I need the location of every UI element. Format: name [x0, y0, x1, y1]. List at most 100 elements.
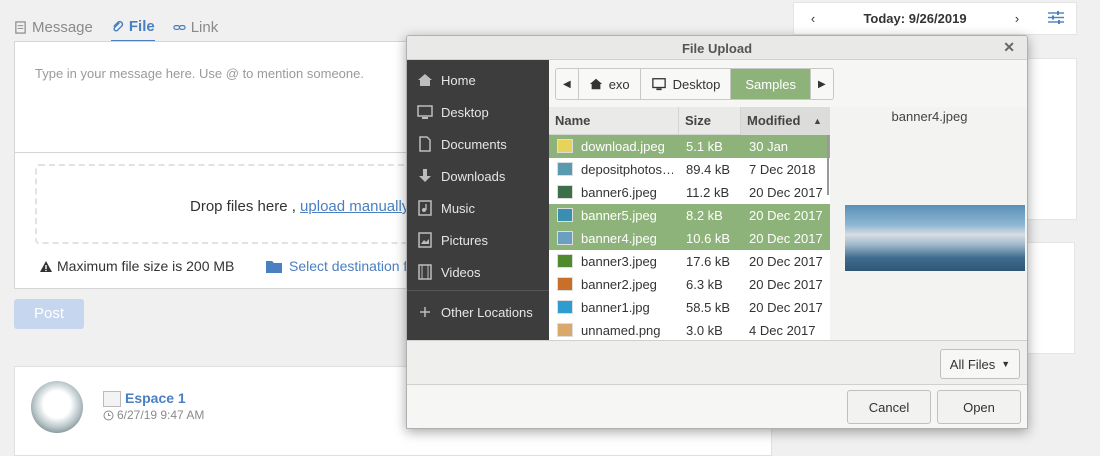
next-day-button[interactable]: › — [998, 11, 1036, 26]
path-back-button[interactable]: ◀ — [556, 69, 579, 99]
today-label[interactable]: Today: 9/26/2019 — [832, 11, 998, 26]
file-row[interactable]: banner6.jpeg 11.2 kB 20 Dec 2017 — [549, 181, 830, 204]
sidebar-item-videos[interactable]: Videos — [407, 258, 549, 286]
desktop-icon — [417, 105, 433, 119]
file-row[interactable]: banner1.jpg 58.5 kB 20 Dec 2017 — [549, 296, 830, 319]
crumb-samples[interactable]: Samples — [731, 69, 811, 99]
column-header-modified[interactable]: Modified ▲ — [741, 107, 830, 135]
dialog-title: File Upload — [681, 41, 753, 56]
documents-icon — [419, 136, 431, 152]
filter-bar: All Files ▼ — [407, 340, 1027, 384]
sidebar-item-label: Documents — [441, 136, 507, 152]
file-thumbnail-icon — [557, 162, 573, 176]
dialog-titlebar[interactable]: File Upload ✕ — [407, 36, 1027, 60]
crumb-exo[interactable]: exo — [579, 69, 641, 99]
warning-icon — [40, 260, 52, 272]
timestamp-label: 6/27/19 9:47 AM — [117, 408, 205, 422]
settings-sliders-icon — [1048, 10, 1064, 24]
crumb-label: exo — [608, 76, 630, 92]
select-destination-label: Select destination f — [289, 258, 408, 274]
open-button[interactable]: Open — [937, 390, 1021, 424]
file-row[interactable]: banner3.jpeg 17.6 kB 20 Dec 2017 — [549, 250, 830, 273]
drop-files-label: Drop files here , — [190, 198, 301, 215]
clock-icon — [103, 410, 114, 420]
file-name: banner2.jpeg — [581, 277, 657, 292]
select-destination[interactable]: Select destination f — [265, 258, 407, 274]
tab-message[interactable]: Message — [14, 12, 93, 42]
dropzone[interactable]: Drop files here , upload manually o — [35, 164, 435, 244]
sidebar-item-home[interactable]: Home — [407, 66, 549, 94]
space-name-link[interactable]: Espace 1 — [125, 390, 186, 406]
message-input[interactable]: Type in your message here. Use @ to ment… — [35, 66, 364, 81]
divider — [15, 152, 423, 153]
composer-tabs: Message File Link — [14, 12, 218, 42]
file-name: banner4.jpeg — [581, 231, 657, 246]
file-size: 17.6 kB — [686, 254, 731, 269]
chevron-down-icon: ▼ — [1001, 359, 1011, 369]
file-thumbnail-icon — [557, 185, 573, 199]
sidebar-item-pictures[interactable]: Pictures — [407, 226, 549, 254]
file-row[interactable]: banner2.jpeg 6.3 kB 20 Dec 2017 — [549, 273, 830, 296]
avatar[interactable] — [31, 381, 83, 433]
activity-timestamp: 6/27/19 9:47 AM — [103, 408, 204, 422]
places-sidebar: Home Desktop Documents Downloads Music P… — [407, 60, 549, 340]
downloads-icon — [419, 169, 431, 182]
file-row[interactable]: banner4.jpeg 10.6 kB 20 Dec 2017 — [549, 227, 830, 250]
file-name: banner3.jpeg — [581, 254, 657, 269]
file-size: 11.2 kB — [686, 185, 730, 200]
file-name: unnamed.png — [581, 323, 661, 338]
file-name: banner5.jpeg — [581, 208, 657, 223]
crumb-desktop[interactable]: Desktop — [641, 69, 732, 99]
file-name: depositphotos… — [581, 162, 673, 177]
prev-day-button[interactable]: ‹ — [794, 11, 832, 26]
message-icon — [15, 20, 26, 34]
sidebar-item-documents[interactable]: Documents — [407, 130, 549, 158]
file-row[interactable]: banner5.jpeg 8.2 kB 20 Dec 2017 — [549, 204, 830, 227]
sidebar-item-label: Home — [441, 72, 476, 88]
tab-file[interactable]: File — [110, 12, 155, 42]
sidebar-item-label: Other Locations — [441, 304, 533, 320]
link-icon — [173, 24, 186, 30]
scrollbar[interactable] — [827, 135, 829, 195]
videos-icon — [418, 264, 432, 280]
sidebar-item-downloads[interactable]: Downloads — [407, 162, 549, 190]
sidebar-item-other-locations[interactable]: Other Locations — [407, 298, 549, 326]
preview-image — [845, 205, 1025, 271]
file-thumbnail-icon — [557, 323, 573, 337]
filter-label: All Files — [949, 356, 996, 372]
sidebar-item-music[interactable]: Music — [407, 194, 549, 222]
file-modified: 20 Dec 2017 — [749, 300, 823, 315]
file-row[interactable]: unnamed.png 3.0 kB 4 Dec 2017 — [549, 319, 830, 340]
cancel-button[interactable]: Cancel — [847, 390, 931, 424]
file-row[interactable]: download.jpeg 5.1 kB 30 Jan — [549, 135, 830, 158]
column-header-name[interactable]: Name — [549, 107, 679, 135]
file-size: 3.0 kB — [686, 323, 723, 338]
close-icon[interactable]: ✕ — [1003, 39, 1015, 56]
calendar-settings-button[interactable] — [1036, 10, 1076, 28]
tab-link[interactable]: Link — [173, 12, 218, 42]
plus-icon — [420, 307, 430, 317]
file-size: 5.1 kB — [686, 139, 723, 154]
file-modified: 20 Dec 2017 — [749, 277, 823, 292]
calendar-header: ‹ Today: 9/26/2019 › — [793, 2, 1077, 35]
paperclip-icon — [113, 20, 123, 31]
file-list: Name Size Modified ▲ download.jpeg 5.1 kB… — [549, 107, 830, 340]
sidebar-item-label: Desktop — [441, 104, 489, 120]
file-modified: 7 Dec 2018 — [749, 162, 816, 177]
file-thumbnail-icon — [557, 300, 573, 314]
file-row[interactable]: depositphotos… 89.4 kB 7 Dec 2018 — [549, 158, 830, 181]
file-size: 10.6 kB — [686, 231, 731, 246]
sidebar-item-label: Music — [441, 200, 475, 216]
file-modified: 20 Dec 2017 — [749, 231, 823, 246]
file-size: 58.5 kB — [686, 300, 731, 315]
file-thumbnail-icon — [557, 139, 573, 153]
upload-manually-link[interactable]: upload manually o — [300, 198, 422, 215]
file-modified: 20 Dec 2017 — [749, 254, 823, 269]
file-thumbnail-icon — [557, 254, 573, 268]
sidebar-item-desktop[interactable]: Desktop — [407, 98, 549, 126]
file-type-filter[interactable]: All Files ▼ — [940, 349, 1020, 379]
column-header-size[interactable]: Size — [679, 107, 741, 135]
file-size: 6.3 kB — [686, 277, 723, 292]
path-forward-button[interactable]: ▶ — [811, 69, 833, 99]
post-button[interactable]: Post — [14, 299, 84, 329]
